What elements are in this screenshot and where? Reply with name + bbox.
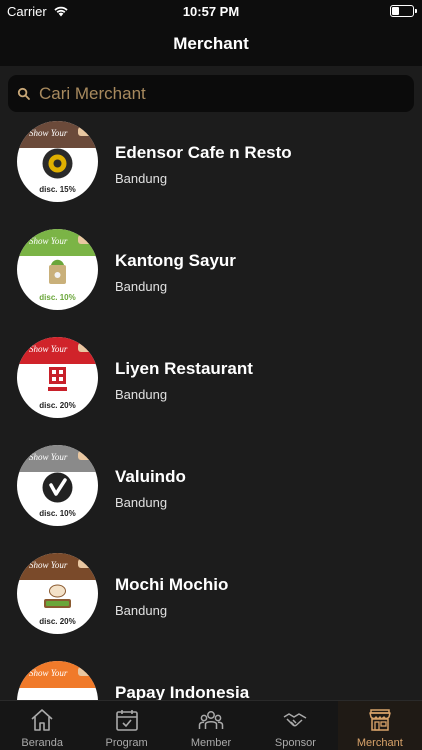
merchant-name: Valuindo	[115, 467, 186, 486]
merchant-city: Bandung	[115, 603, 168, 618]
wifi-icon	[54, 6, 68, 17]
merchant-avatar: Show Your	[17, 661, 98, 700]
merchant-city: Bandung	[115, 279, 168, 294]
battery-icon	[390, 5, 417, 17]
merchant-item-valuindo[interactable]: Show Your disc. 10% Valuindo Bandung	[0, 436, 422, 544]
discount-label: disc. 15%	[39, 185, 76, 194]
discount-label: disc. 10%	[39, 293, 76, 302]
merchant-name: Liyen Restaurant	[115, 359, 253, 378]
merchant-avatar: Show Your disc. 15%	[17, 121, 98, 202]
tab-merchant[interactable]: Merchant	[337, 701, 422, 750]
tab-program[interactable]: Program	[84, 701, 168, 750]
carrier-label: Carrier	[7, 3, 47, 19]
valuindo-logo-icon	[42, 472, 73, 503]
tab-label: Member	[190, 737, 232, 749]
tab-label: Beranda	[21, 737, 63, 749]
discount-label: disc. 20%	[39, 617, 76, 626]
merchant-name: Mochi Mochio	[115, 575, 229, 594]
merchant-avatar: Show Your disc. 10%	[17, 445, 98, 526]
merchant-item-edensor[interactable]: Show Your disc. 15% Edensor Cafe n Resto…	[0, 112, 422, 220]
status-bar: Carrier 10:57 PM	[0, 0, 422, 22]
store-icon	[369, 709, 391, 731]
tab-label: Sponsor	[274, 737, 316, 749]
merchant-item-liyen[interactable]: Show Your disc. 20% Liyen Restaurant Ban…	[0, 328, 422, 436]
tab-sponsor[interactable]: Sponsor	[253, 701, 337, 750]
calendar-icon	[115, 710, 138, 731]
tab-label: Merchant	[356, 737, 403, 749]
merchant-city: Bandung	[115, 171, 168, 186]
search-icon	[17, 87, 30, 100]
merchant-avatar: Show Your disc. 20%	[17, 337, 98, 418]
merchant-name: Papay Indonesia	[115, 683, 250, 700]
search-bar	[8, 75, 414, 112]
home-icon	[31, 709, 53, 731]
vegetable-bag-icon	[49, 259, 66, 284]
tab-bar: Beranda Program Member Sponsor Merchant	[0, 700, 422, 750]
liyen-logo-icon	[48, 367, 67, 391]
merchant-avatar: Show Your disc. 20%	[17, 553, 98, 634]
merchant-city: Bandung	[115, 495, 168, 510]
merchant-item-mochi[interactable]: Show Your disc. 20% Mochi Mochio Bandung	[0, 544, 422, 652]
group-icon	[198, 711, 224, 729]
search-box[interactable]	[8, 75, 414, 112]
tab-member[interactable]: Member	[169, 701, 253, 750]
tab-label: Program	[105, 737, 148, 749]
mochi-logo-icon	[44, 584, 71, 608]
search-input[interactable]	[39, 83, 399, 104]
tab-beranda[interactable]: Beranda	[0, 701, 84, 750]
merchant-avatar: Show Your disc. 10%	[17, 229, 98, 310]
status-left: Carrier	[7, 4, 69, 19]
merchant-city: Bandung	[115, 387, 168, 402]
page-title: Merchant	[173, 34, 249, 53]
merchant-item-papay[interactable]: Show Your Papay Indonesia	[0, 652, 422, 700]
merchant-item-kantong-sayur[interactable]: Show Your disc. 10% Kantong Sayur Bandun…	[0, 220, 422, 328]
merchant-name: Edensor Cafe n Resto	[115, 143, 292, 162]
discount-label: disc. 20%	[39, 401, 76, 410]
navigation-bar: Merchant	[0, 22, 422, 66]
handshake-icon	[284, 713, 307, 727]
discount-label: disc. 10%	[39, 509, 76, 518]
merchant-name: Kantong Sayur	[115, 251, 236, 270]
merchant-list: Show Your disc. 15% Edensor Cafe n Resto…	[0, 112, 422, 700]
edensor-logo-icon	[42, 148, 73, 179]
